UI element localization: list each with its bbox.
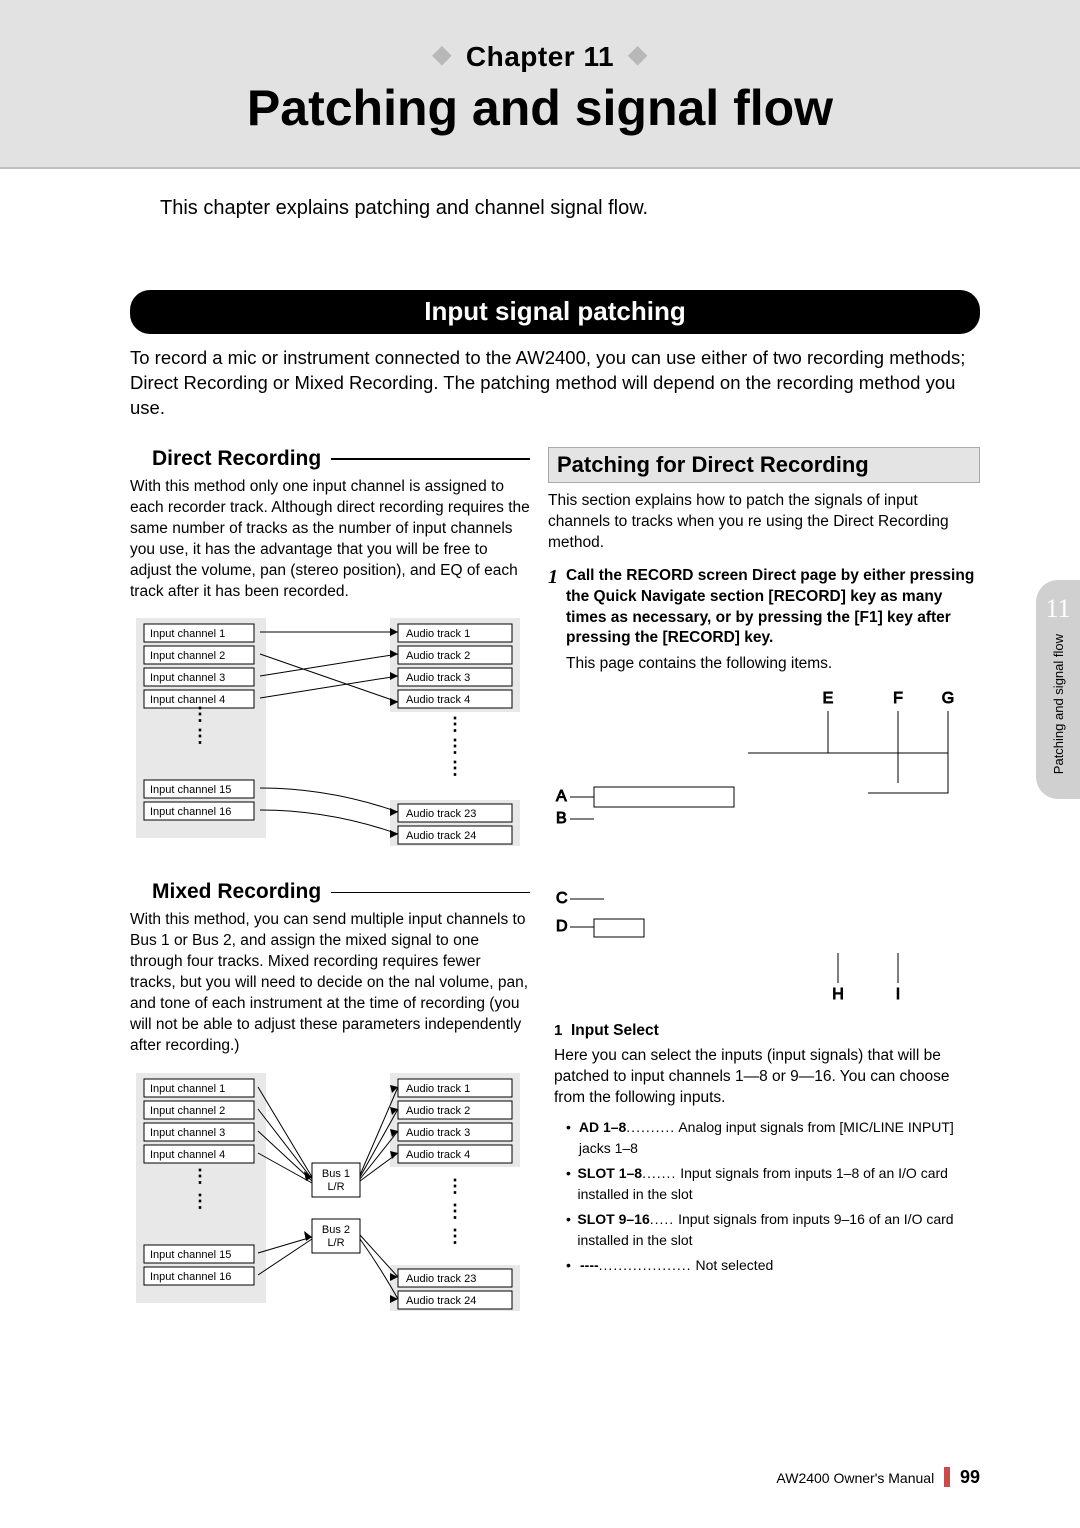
callout-G: G <box>942 690 954 707</box>
svg-text:⋮: ⋮ <box>446 714 464 734</box>
section-intro: To record a mic or instrument connected … <box>130 346 980 421</box>
label: Audio track 4 <box>406 694 470 706</box>
step-follow-text: This page contains the following items. <box>566 655 980 673</box>
heading-mixed-recording: Mixed Recording <box>152 880 530 904</box>
label: Audio track 4 <box>406 1149 470 1161</box>
callout-F: F <box>893 690 903 707</box>
page-header: ◆ Chapter 11 ◆ Patching and signal flow <box>0 0 1080 169</box>
label: Input channel 15 <box>150 1249 231 1261</box>
callout-D: D <box>556 918 568 935</box>
list-item: • SLOT 9–16..... Input signals from inpu… <box>566 1209 980 1251</box>
svg-text:⋮: ⋮ <box>191 1166 209 1186</box>
callout-C: C <box>556 890 568 907</box>
label: Input channel 16 <box>150 1271 231 1283</box>
svg-text:⋮: ⋮ <box>446 1176 464 1196</box>
label: Audio track 3 <box>406 672 470 684</box>
label: Audio track 23 <box>406 808 476 820</box>
label: Input channel 15 <box>150 784 231 796</box>
record-screen-callouts: E F G A B C D <box>548 683 968 1003</box>
svg-text:L/R: L/R <box>327 1237 344 1249</box>
input-select-title: Input Select <box>571 1022 659 1039</box>
bus2-label: Bus 2 <box>322 1224 350 1236</box>
side-tab-number: 11 <box>1036 594 1080 624</box>
svg-text:L/R: L/R <box>327 1181 344 1193</box>
svg-text:⋮: ⋮ <box>191 726 209 746</box>
label: Input channel 4 <box>150 1149 225 1161</box>
callout-A: A <box>556 788 567 805</box>
right-column: Patching for Direct Recording This secti… <box>548 447 980 1317</box>
label: Input channel 2 <box>150 650 225 662</box>
left-column: Direct Recording With this method only o… <box>130 447 530 1317</box>
svg-text:⋮: ⋮ <box>446 758 464 778</box>
step-1: 1 Call the RECORD screen Direct page by … <box>548 566 980 674</box>
input-select-list: • AD 1–8.......... Analog input signals … <box>566 1117 980 1276</box>
label: Input channel 3 <box>150 672 225 684</box>
callout-H: H <box>832 986 844 1003</box>
label: Input channel 1 <box>150 628 225 640</box>
diamond-icon: ◆ <box>433 41 452 68</box>
chapter-label: ◆ Chapter 11 ◆ <box>0 40 1080 73</box>
circled-1: 1 <box>554 1022 562 1039</box>
heading-rule <box>331 892 530 894</box>
section-bar-input-signal-patching: Input signal patching <box>130 290 980 334</box>
label: Audio track 1 <box>406 628 470 640</box>
svg-text:⋮: ⋮ <box>446 736 464 756</box>
chapter-title: Patching and signal flow <box>0 79 1080 137</box>
chapter-prefix: Chapter 11 <box>466 41 614 72</box>
bus1-label: Bus 1 <box>322 1168 350 1180</box>
svg-text:⋮: ⋮ <box>446 1201 464 1221</box>
mixed-recording-diagram: Bus 1 L/R Bus 2 L/R Input channel 1 Inpu… <box>130 1067 530 1317</box>
heading-text: Direct Recording <box>152 447 321 471</box>
list-item: • AD 1–8.......... Analog input signals … <box>566 1117 980 1159</box>
label: Audio track 1 <box>406 1083 470 1095</box>
page-footer: AW2400 Owner's Manual 99 <box>776 1467 980 1488</box>
direct-recording-body: With this method only one input channel … <box>130 477 530 603</box>
side-tab-text: Patching and signal flow <box>1051 634 1066 774</box>
footer-accent-bar <box>944 1467 950 1487</box>
label: Input channel 3 <box>150 1127 225 1139</box>
callout-E: E <box>823 690 834 707</box>
step-number: 1 <box>548 567 558 650</box>
side-tab: 11 Patching and signal flow <box>1036 580 1080 799</box>
heading-direct-recording: Direct Recording <box>152 447 530 471</box>
footer-product: AW2400 Owner's Manual <box>776 1470 934 1486</box>
mixed-recording-body: With this method, you can send multiple … <box>130 910 530 1056</box>
list-item: • SLOT 1–8....... Input signals from inp… <box>566 1163 980 1205</box>
label: Audio track 3 <box>406 1127 470 1139</box>
label: Audio track 2 <box>406 1105 470 1117</box>
label: Audio track 2 <box>406 650 470 662</box>
callout-B: B <box>556 810 567 827</box>
chapter-intro: This chapter explains patching and chann… <box>160 197 980 220</box>
label: Audio track 24 <box>406 830 476 842</box>
svg-text:⋮: ⋮ <box>191 1191 209 1211</box>
page-number: 99 <box>960 1467 980 1487</box>
patching-direct-intro: This section explains how to patch the s… <box>548 491 980 554</box>
heading-text: Mixed Recording <box>152 880 321 904</box>
direct-recording-diagram: Input channel 1 Input channel 2 Input ch… <box>130 612 530 852</box>
input-select-body: Here you can select the inputs (input si… <box>554 1046 980 1109</box>
step-bold-text: Call the RECORD screen Direct page by ei… <box>566 567 974 647</box>
label: Input channel 2 <box>150 1105 225 1117</box>
input-select-heading: 1 Input Select <box>554 1022 980 1040</box>
svg-text:⋮: ⋮ <box>446 1226 464 1246</box>
label: Input channel 16 <box>150 806 231 818</box>
label: Input channel 4 <box>150 694 225 706</box>
label: Input channel 1 <box>150 1083 225 1095</box>
heading-patching-direct: Patching for Direct Recording <box>548 447 980 483</box>
callout-I: I <box>896 986 900 1003</box>
list-item: • ----................... Not selected <box>566 1255 980 1276</box>
heading-rule <box>331 458 530 460</box>
svg-text:⋮: ⋮ <box>191 704 209 724</box>
label: Audio track 24 <box>406 1295 476 1307</box>
diamond-icon: ◆ <box>628 41 647 68</box>
label: Audio track 23 <box>406 1273 476 1285</box>
page-content: This chapter explains patching and chann… <box>0 169 1080 1317</box>
